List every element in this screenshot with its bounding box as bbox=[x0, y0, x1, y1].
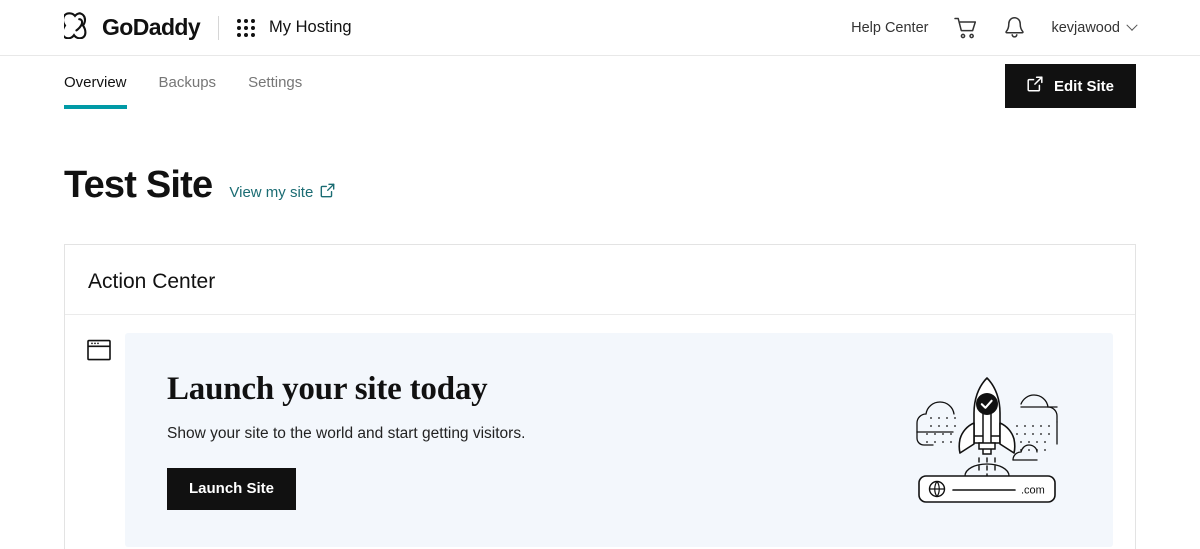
bell-icon[interactable] bbox=[1004, 16, 1025, 39]
browser-window-icon bbox=[87, 333, 111, 547]
card-header: Action Center bbox=[65, 245, 1135, 315]
chevron-down-icon bbox=[1126, 19, 1138, 31]
godaddy-heart-logo-icon bbox=[61, 11, 94, 44]
launch-site-promo-panel: Launch your site today Show your site to… bbox=[125, 333, 1113, 547]
rocket-launch-illustration: .com bbox=[913, 368, 1113, 513]
page-title-row: Test Site View my site bbox=[0, 118, 1200, 207]
brand-group: GoDaddy My Hosting bbox=[61, 11, 352, 44]
app-grid-icon[interactable] bbox=[237, 18, 256, 37]
promo-copy: Launch your site today Show your site to… bbox=[167, 371, 913, 510]
tab-overview[interactable]: Overview bbox=[64, 74, 127, 109]
page-title: Test Site bbox=[64, 164, 213, 206]
view-my-site-label: View my site bbox=[229, 184, 314, 201]
promo-subtext: Show your site to the world and start ge… bbox=[167, 424, 526, 442]
account-menu[interactable]: kevjawood bbox=[1051, 19, 1138, 36]
svg-text:.com: .com bbox=[1021, 484, 1045, 496]
help-center-link[interactable]: Help Center bbox=[851, 20, 928, 36]
header-divider bbox=[218, 15, 220, 40]
shopping-cart-icon[interactable] bbox=[954, 17, 978, 39]
edit-site-button[interactable]: Edit Site bbox=[1004, 64, 1136, 108]
godaddy-logo-link[interactable]: GoDaddy bbox=[61, 11, 201, 44]
promo-heading: Launch your site today bbox=[167, 370, 488, 407]
card-title: Action Center bbox=[88, 270, 216, 293]
external-link-icon bbox=[1027, 76, 1043, 96]
tab-bar: Overview Backups Settings Edit Site bbox=[0, 56, 1200, 118]
action-item-row: Launch your site today Show your site to… bbox=[65, 315, 1135, 547]
tab-backups[interactable]: Backups bbox=[159, 74, 217, 109]
action-center-card: Action Center Launch your site today Sho… bbox=[64, 244, 1136, 549]
tab-list: Overview Backups Settings bbox=[64, 56, 302, 109]
top-header: GoDaddy My Hosting Help Center kevjawood bbox=[0, 0, 1200, 56]
launch-site-button[interactable]: Launch Site bbox=[167, 467, 297, 510]
external-link-icon bbox=[320, 183, 335, 202]
account-username: kevjawood bbox=[1051, 19, 1120, 36]
view-my-site-link[interactable]: View my site bbox=[229, 183, 335, 202]
godaddy-wordmark: GoDaddy bbox=[102, 14, 201, 40]
app-name-label: My Hosting bbox=[269, 18, 352, 36]
header-right-group: Help Center kevjawood bbox=[851, 16, 1138, 39]
edit-site-label: Edit Site bbox=[1053, 77, 1114, 95]
tab-settings[interactable]: Settings bbox=[248, 74, 302, 109]
